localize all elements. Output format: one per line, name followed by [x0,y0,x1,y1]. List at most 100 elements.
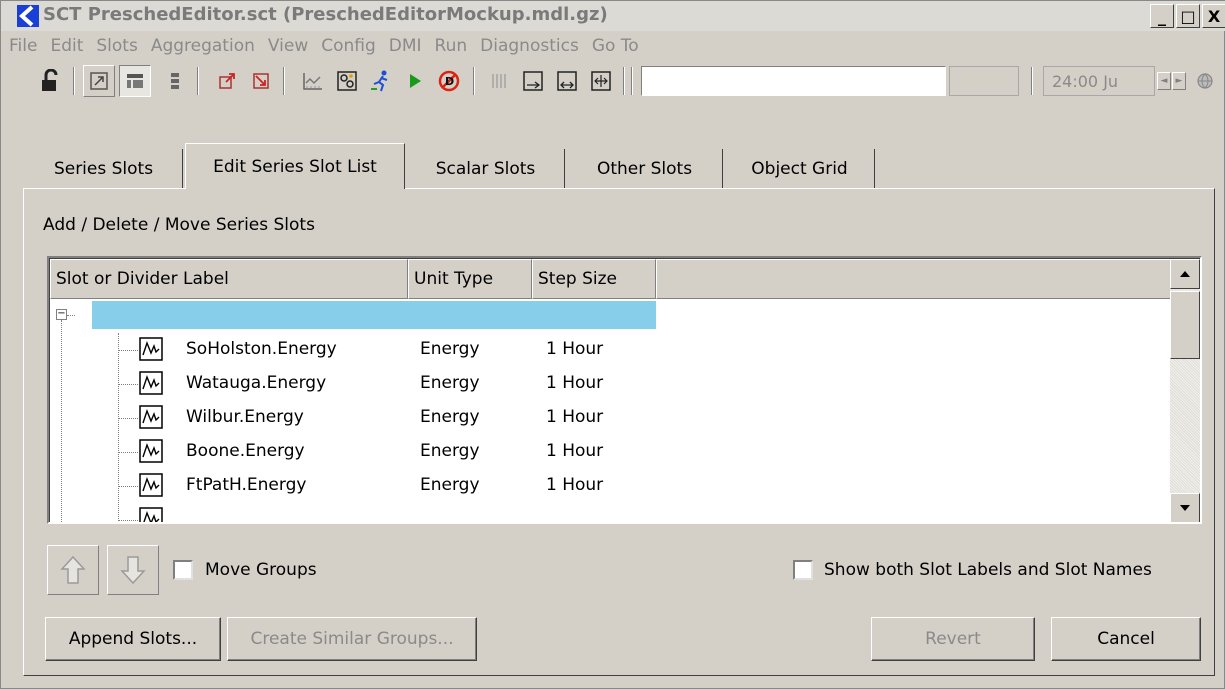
debug-button[interactable] [331,65,363,97]
close-slot-button[interactable] [245,65,277,97]
slot-step-size: 1 Hour [546,407,604,427]
plot-icon [303,73,322,90]
menu-diagnostics[interactable]: Diagnostics [476,36,588,56]
fit-all-icon [591,71,611,91]
globe-button[interactable] [1191,65,1219,97]
tree-connector [118,452,138,453]
list-view-button[interactable] [159,65,191,97]
menu-dmi[interactable]: DMI [385,36,431,56]
slot-step-size: 1 Hour [546,339,604,359]
open-slot-button[interactable] [211,65,243,97]
menu-config[interactable]: Config [317,36,385,56]
slot-name: SoHolston.Energy [186,339,337,359]
run-step-button[interactable] [365,65,397,97]
table-row[interactable]: SoHolston.Energy Energy 1 Hour [50,333,670,367]
arrow-down-icon [120,556,146,585]
vertical-scrollbar[interactable] [1170,259,1200,522]
arrow-up-icon [60,555,86,584]
menu-edit[interactable]: Edit [46,36,92,56]
toolbar-separator [283,67,285,95]
tab-object-grid[interactable]: Object Grid [725,149,875,188]
column-header-unit-type[interactable]: Unit Type [408,259,532,299]
column-header-label[interactable]: Slot or Divider Label [50,259,408,299]
menu-run[interactable]: Run [431,36,477,56]
column-header-step-size[interactable]: Step Size [532,259,656,299]
collapse-toggle-icon[interactable]: − [56,309,67,320]
close-slot-icon [253,73,269,89]
svg-text:D: D [445,75,454,88]
fit-right-icon [523,71,543,91]
group-divider-row[interactable] [92,301,656,329]
stop-run-button[interactable]: D [433,65,465,97]
arrow-up-icon [1180,271,1190,277]
menu-view[interactable]: View [264,36,317,56]
toolbar-separator [73,67,75,95]
toolbar-separator [197,67,199,95]
columns-button[interactable] [483,65,515,97]
app-logo-icon [17,5,39,27]
fit-width-icon [557,71,577,91]
timestep-field[interactable]: 24:00 Ju [1043,66,1155,96]
revert-button[interactable]: Revert [871,617,1035,661]
toolbar-text-field[interactable] [641,66,946,96]
move-groups-checkbox[interactable] [173,560,193,580]
slot-unit-type: Energy [420,407,480,427]
toggle-view-button[interactable] [83,65,115,97]
fit-all-button[interactable] [585,65,617,97]
tab-other-slots[interactable]: Other Slots [567,149,723,188]
tab-edit-series-slot-list[interactable]: Edit Series Slot List [185,143,405,189]
series-slot-icon [139,507,163,522]
toolbar-separator [1031,67,1033,95]
tree-connector [118,486,138,487]
menu-go-to[interactable]: Go To [588,36,648,56]
tab-scalar-slots[interactable]: Scalar Slots [407,149,565,188]
table-row[interactable]: Wilbur.Energy Energy 1 Hour [50,401,670,435]
tree-connector [118,350,138,351]
series-slot-icon [139,337,163,361]
toolbar: D 24:00 Ju ◄ ► [1,61,1225,101]
swap-arrow-icon [90,72,108,90]
scrollbar-thumb[interactable] [1170,291,1200,359]
series-slot-icon [139,439,163,463]
toolbar-separator [473,67,475,95]
tree-connector [118,418,138,419]
slot-unit-type: Energy [420,475,480,495]
move-down-button[interactable] [107,545,159,595]
fit-width-button[interactable] [551,65,583,97]
tab-series-slots[interactable]: Series Slots [25,149,183,188]
slot-unit-type: Energy [420,373,480,393]
scroll-down-button[interactable] [1170,493,1200,522]
table-view-button[interactable] [119,65,151,97]
minimize-button[interactable]: _ [1150,4,1174,28]
menu-slots[interactable]: Slots [92,36,146,56]
fit-right-button[interactable] [517,65,549,97]
slot-name: Boone.Energy [186,441,305,461]
table-row[interactable]: Boone.Energy Energy 1 Hour [50,435,670,469]
plot-button[interactable] [297,65,329,97]
toolbar-separator [623,67,625,95]
cancel-button[interactable]: Cancel [1051,617,1201,661]
table-row[interactable]: Watauga.Energy Energy 1 Hour [50,367,670,401]
move-groups-label: Move Groups [205,560,317,580]
append-slots-button[interactable]: Append Slots... [45,617,221,661]
table-row[interactable]: FtPatH.Energy Energy 1 Hour [50,469,670,503]
move-up-button[interactable] [47,545,99,595]
create-similar-groups-button[interactable]: Create Similar Groups... [227,617,477,661]
slot-name: Wilbur.Energy [186,407,304,427]
series-slot-icon [139,473,163,497]
show-both-checkbox[interactable] [793,560,813,580]
menu-file[interactable]: File [5,36,46,56]
toolbar-blank-field [949,66,1019,96]
timestep-prev-button[interactable]: ◄ [1157,72,1171,90]
scroll-up-button[interactable] [1170,259,1200,289]
slot-tree-table: Slot or Divider Label Unit Type Step Siz… [47,256,1202,524]
table-row-partial[interactable] [50,503,670,522]
unlock-icon [42,69,58,91]
unlock-button[interactable] [35,65,67,97]
timestep-next-button[interactable]: ► [1172,72,1186,90]
menu-aggregation[interactable]: Aggregation [147,36,264,56]
start-run-button[interactable] [399,65,431,97]
close-button[interactable]: X [1202,4,1225,28]
panel-heading: Add / Delete / Move Series Slots [43,215,315,235]
maximize-button[interactable]: □ [1176,4,1200,28]
